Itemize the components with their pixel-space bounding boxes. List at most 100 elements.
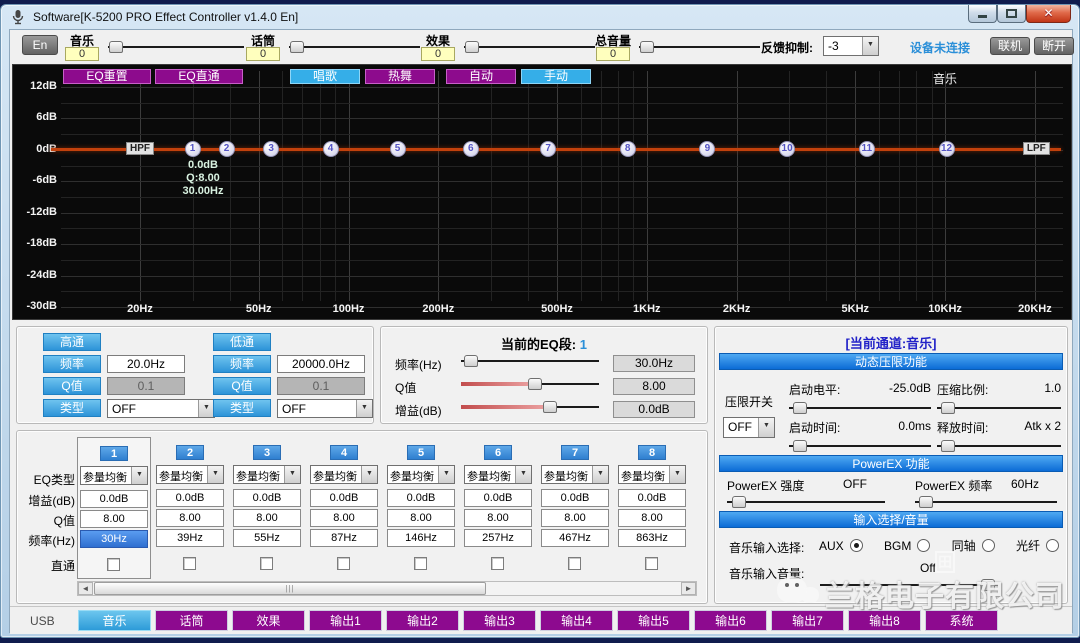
band-q-field[interactable]: 8.00 [618, 509, 686, 527]
radio-button[interactable] [917, 539, 930, 552]
band-freq-field[interactable]: 30Hz [80, 530, 148, 548]
toolbar-volume-slider[interactable] [464, 41, 595, 53]
eq-band-marker[interactable]: 12 [939, 141, 955, 157]
band-bypass-checkbox[interactable] [337, 557, 350, 570]
band-bypass-checkbox[interactable] [260, 557, 273, 570]
checkbox-icon[interactable] [491, 557, 504, 570]
toolbar-slider-value[interactable]: 0 [65, 47, 99, 61]
slider-thumb[interactable] [732, 496, 746, 508]
powerex-param-slider[interactable] [915, 496, 1057, 508]
slider-thumb[interactable] [793, 440, 807, 452]
preset-dance-button[interactable]: 热舞 [365, 69, 435, 84]
slider-thumb[interactable] [640, 41, 654, 53]
slider-thumb[interactable] [941, 402, 955, 414]
tab-输出3[interactable]: 输出3 [463, 610, 536, 631]
input-option[interactable]: BGM [884, 537, 930, 554]
scrollbar-thumb[interactable]: ||| [94, 582, 486, 595]
slider-thumb[interactable] [543, 401, 557, 413]
eq-band-marker[interactable]: 6 [463, 141, 479, 157]
tab-输出8[interactable]: 输出8 [848, 610, 921, 631]
band-type-select[interactable]: 参量均衡 [387, 465, 455, 484]
input-option[interactable]: AUX [819, 537, 863, 554]
tab-输出4[interactable]: 输出4 [540, 610, 613, 631]
band-bypass-checkbox[interactable] [183, 557, 196, 570]
eq-band-marker[interactable]: 2 [219, 141, 235, 157]
radio-button-selected[interactable] [850, 539, 863, 552]
hpf-marker[interactable]: HPF [126, 142, 154, 155]
tab-输出1[interactable]: 输出1 [309, 610, 382, 631]
tab-输出5[interactable]: 输出5 [617, 610, 690, 631]
band-type-select[interactable]: 参量均衡 [618, 465, 686, 484]
lowpass-freq-field[interactable]: 20000.0Hz [277, 355, 365, 373]
scroll-right-icon[interactable]: ► [681, 582, 696, 595]
checkbox-icon[interactable] [260, 557, 273, 570]
chevron-down-icon[interactable] [669, 466, 685, 483]
eq-band-marker[interactable]: 8 [620, 141, 636, 157]
slider-thumb[interactable] [919, 496, 933, 508]
eq-band-marker[interactable]: 1 [185, 141, 201, 157]
disconnect-button[interactable]: 断开 [1034, 37, 1074, 55]
band-freq-field[interactable]: 257Hz [464, 529, 532, 547]
band-bypass-checkbox[interactable] [645, 557, 658, 570]
close-icon[interactable]: ✕ [1026, 5, 1071, 23]
band-freq-field[interactable]: 467Hz [541, 529, 609, 547]
slider-thumb[interactable] [941, 440, 955, 452]
band-type-select[interactable]: 参量均衡 [464, 465, 532, 484]
band-type-select[interactable]: 参量均衡 [80, 466, 148, 485]
band-gain-field[interactable]: 0.0dB [233, 489, 301, 507]
band-q-field[interactable]: 8.00 [387, 509, 455, 527]
tab-效果[interactable]: 效果 [232, 610, 305, 631]
highpass-freq-field[interactable]: 20.0Hz [107, 355, 185, 373]
band-gain-field[interactable]: 0.0dB [387, 489, 455, 507]
band-q-field[interactable]: 8.00 [233, 509, 301, 527]
band-gain-field[interactable]: 0.0dB [618, 489, 686, 507]
checkbox-icon[interactable] [645, 557, 658, 570]
band-param-slider[interactable] [461, 355, 599, 367]
language-button[interactable]: En [22, 35, 58, 55]
band-freq-field[interactable]: 87Hz [310, 529, 378, 547]
slider-thumb[interactable] [981, 579, 995, 591]
toolbar-slider-value[interactable]: 0 [246, 47, 280, 61]
slider-thumb[interactable] [109, 41, 123, 53]
toolbar-volume-slider[interactable] [289, 41, 420, 53]
mode-manual-button[interactable]: 手动 [521, 69, 591, 84]
chevron-down-icon[interactable] [356, 400, 372, 417]
compressor-switch-select[interactable]: OFF [723, 417, 775, 438]
eq-band-marker[interactable]: 3 [263, 141, 279, 157]
eq-band-marker[interactable]: 10 [779, 141, 795, 157]
band-q-field[interactable]: 8.00 [156, 509, 224, 527]
compressor-param-slider[interactable] [789, 402, 931, 414]
toolbar-volume-slider[interactable] [639, 41, 760, 53]
checkbox-icon[interactable] [414, 557, 427, 570]
slider-thumb[interactable] [793, 402, 807, 414]
checkbox-icon[interactable] [568, 557, 581, 570]
eq-band-marker[interactable]: 4 [323, 141, 339, 157]
slider-thumb[interactable] [290, 41, 304, 53]
tab-系统[interactable]: 系统 [925, 610, 998, 631]
lpf-marker[interactable]: LPF [1023, 142, 1050, 155]
powerex-param-slider[interactable] [727, 496, 885, 508]
band-type-select[interactable]: 参量均衡 [541, 465, 609, 484]
tab-输出2[interactable]: 输出2 [386, 610, 459, 631]
chevron-down-icon[interactable] [758, 418, 774, 437]
mode-auto-button[interactable]: 自动 [446, 69, 516, 84]
lowpass-type-select[interactable]: OFF [277, 399, 373, 418]
toolbar-slider-value[interactable]: 0 [596, 47, 630, 61]
compressor-param-slider[interactable] [937, 440, 1061, 452]
band-gain-field[interactable]: 0.0dB [80, 490, 148, 508]
chevron-down-icon[interactable] [361, 466, 377, 483]
eq-band-marker[interactable]: 9 [699, 141, 715, 157]
compressor-param-slider[interactable] [937, 402, 1061, 414]
chevron-down-icon[interactable] [284, 466, 300, 483]
checkbox-icon[interactable] [107, 558, 120, 571]
compressor-param-slider[interactable] [789, 440, 931, 452]
chevron-down-icon[interactable] [515, 466, 531, 483]
band-freq-field[interactable]: 39Hz [156, 529, 224, 547]
band-q-field[interactable]: 8.00 [464, 509, 532, 527]
input-option[interactable]: 光纤 [1016, 537, 1059, 554]
tab-输出6[interactable]: 输出6 [694, 610, 767, 631]
band-gain-field[interactable]: 0.0dB [541, 489, 609, 507]
band-gain-field[interactable]: 0.0dB [464, 489, 532, 507]
feedback-suppression-select[interactable]: -3 [823, 36, 879, 56]
eq-reset-button[interactable]: EQ重置 [63, 69, 151, 84]
